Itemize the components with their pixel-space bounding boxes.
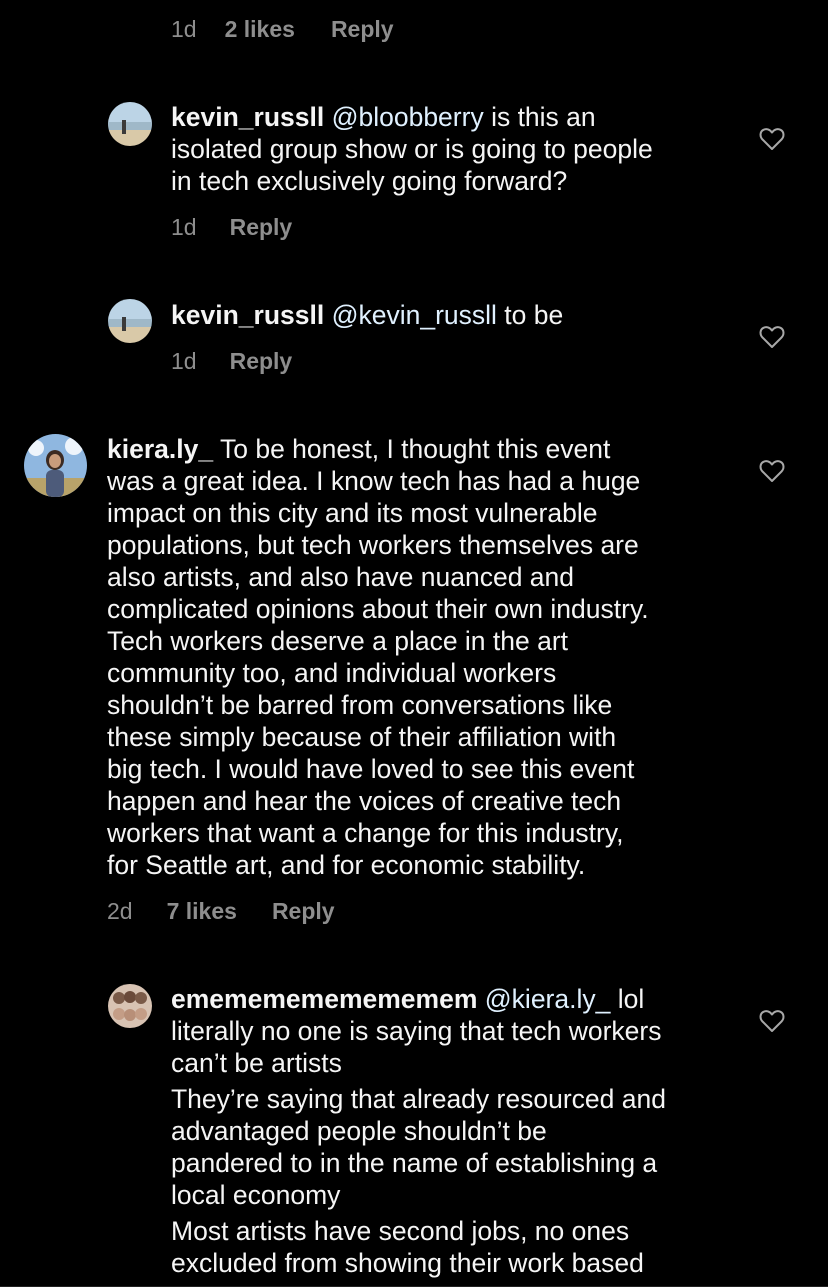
username[interactable]: kevin_russll bbox=[171, 102, 324, 132]
username[interactable]: kevin_russll bbox=[171, 300, 324, 330]
comment-line: for Seattle art, and for economic stabil… bbox=[107, 850, 586, 880]
comment-line: community too, and individual workers bbox=[107, 658, 557, 688]
comment-line: big tech. I would have loved to see this… bbox=[107, 754, 635, 784]
comment-line: pandered to in the name of establishing … bbox=[171, 1148, 658, 1178]
reply-button[interactable]: Reply bbox=[331, 16, 394, 43]
comment-line: advantaged people shouldn’t be bbox=[171, 1116, 547, 1146]
comment-line: happen and hear the voices of creative t… bbox=[107, 786, 622, 816]
comment-line: workers that want a change for this indu… bbox=[107, 818, 624, 848]
comment-line: literally no one is saying that tech wor… bbox=[171, 1016, 662, 1046]
comment-line: shouldn’t be barred from conversations l… bbox=[107, 690, 613, 720]
comment-meta: 1d Reply bbox=[171, 214, 292, 241]
comment-body: kevin_russll @kevin_russll to be bbox=[171, 299, 731, 331]
avatar[interactable] bbox=[108, 102, 152, 146]
comment-time: 1d bbox=[171, 16, 197, 42]
heart-icon[interactable] bbox=[759, 325, 785, 349]
comment-body: kiera.ly_ To be honest, I thought this e… bbox=[107, 433, 737, 881]
comment-meta: 1d Reply bbox=[171, 348, 292, 375]
reply-button[interactable]: Reply bbox=[230, 348, 293, 375]
username[interactable]: kiera.ly_ bbox=[107, 434, 213, 464]
comment-time: 1d bbox=[171, 348, 197, 374]
comment-line: was a great idea. I know tech has had a … bbox=[107, 466, 641, 496]
likes-count[interactable]: 7 likes bbox=[167, 898, 237, 925]
comment-time: 2d bbox=[107, 898, 133, 924]
reply-button[interactable]: Reply bbox=[230, 214, 293, 241]
reply-button[interactable]: Reply bbox=[272, 898, 335, 925]
comment-body: emememememememem @kiera.ly_ lol literall… bbox=[171, 983, 741, 1279]
mention-link[interactable]: @kiera.ly_ bbox=[485, 984, 611, 1014]
heart-icon[interactable] bbox=[759, 459, 785, 483]
comment-line: to be bbox=[496, 300, 564, 330]
comment-meta: 2d 7 likes Reply bbox=[107, 898, 335, 925]
comment-line: is this an bbox=[483, 102, 596, 132]
comment-line: these simply because of their affiliatio… bbox=[107, 722, 617, 752]
avatar[interactable] bbox=[108, 984, 152, 1028]
comment-line: can’t be artists bbox=[171, 1048, 342, 1078]
comment-line: complicated opinions about their own ind… bbox=[107, 594, 649, 624]
comment-line: They’re saying that already resourced an… bbox=[171, 1084, 666, 1114]
comment-line: lol bbox=[610, 984, 645, 1014]
comment-meta-top: 1d 2 likes Reply bbox=[171, 16, 394, 43]
comment-line: isolated group show or is going to peopl… bbox=[171, 134, 653, 164]
comment-line: impact on this city and its most vulnera… bbox=[107, 498, 598, 528]
comment-line: Most artists have second jobs, no ones bbox=[171, 1216, 630, 1246]
comment-time: 1d bbox=[171, 214, 197, 240]
comment-line: in tech exclusively going forward? bbox=[171, 166, 568, 196]
comment-line: local economy bbox=[171, 1180, 341, 1210]
mention-link[interactable]: @bloobberry bbox=[332, 102, 484, 132]
avatar[interactable] bbox=[108, 299, 152, 343]
mention-link[interactable]: @kevin_russll bbox=[332, 300, 497, 330]
avatar[interactable] bbox=[24, 434, 87, 497]
heart-icon[interactable] bbox=[759, 1009, 785, 1033]
comment-body: kevin_russll @bloobberry is this an isol… bbox=[171, 101, 731, 197]
username[interactable]: emememememememem bbox=[171, 984, 477, 1014]
likes-count[interactable]: 2 likes bbox=[225, 16, 295, 43]
comment-line: populations, but tech workers themselves… bbox=[107, 530, 639, 560]
comment-line: To be honest, I thought this event bbox=[213, 434, 611, 464]
comment-line: also artists, and also have nuanced and bbox=[107, 562, 575, 592]
heart-icon[interactable] bbox=[759, 127, 785, 151]
comment-line: excluded from showing their work based bbox=[171, 1248, 644, 1278]
comment-line: Tech workers deserve a place in the art bbox=[107, 626, 569, 656]
